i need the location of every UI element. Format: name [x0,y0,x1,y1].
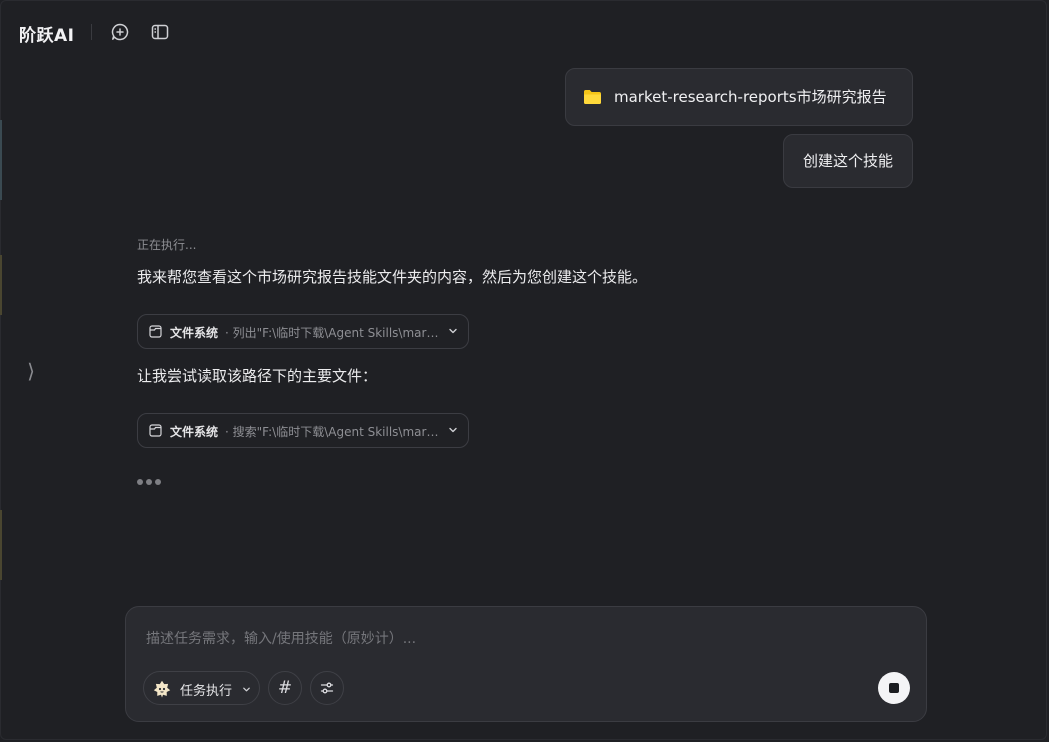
assistant-avatar-icon [153,680,171,698]
file-system-icon [149,424,162,437]
task-mode-label: 任务执行 [180,684,233,699]
task-input[interactable] [146,627,886,651]
tool-detail: · 搜索"F:\临时下载\Agent Skills\market-researc… [225,425,440,439]
typing-indicator [137,470,164,485]
tool-name: 文件系统 [170,326,219,340]
assistant-message-intro: 我来帮您查看这个市场研究报告技能文件夹的内容，然后为您创建这个技能。 [137,268,648,286]
sidebar-panel-icon[interactable] [150,22,170,42]
assistant-message-followup: 让我尝试读取该路径下的主要文件： [137,367,378,385]
header: 阶跃AI [0,0,1049,64]
file-attachment-name: market-research-reports市场研究报告 [614,88,887,106]
window-edge-accent [0,510,2,580]
folder-icon [584,90,601,104]
app-brand: 阶跃AI [19,26,75,46]
file-system-icon [149,325,162,338]
window-edge-accent [0,120,2,200]
chevron-down-icon [449,427,457,433]
execution-status: 正在执行... [137,238,197,252]
chevron-down-icon [243,687,250,692]
tool-call-card-search[interactable]: 文件系统 · 搜索"F:\临时下载\Agent Skills\market-re… [137,413,469,448]
hashtag-button[interactable]: # [268,671,302,705]
user-message-text: 创建这个技能 [783,134,913,188]
user-message-file[interactable]: market-research-reports市场研究报告 [565,68,913,126]
stop-icon [889,683,899,693]
tool-detail: · 列出"F:\临时下载\Agent Skills\market-researc… [225,326,440,340]
tool-name: 文件系统 [170,425,219,439]
new-chat-icon[interactable] [110,22,130,42]
stop-generation-button[interactable] [878,672,910,704]
settings-sliders-button[interactable] [310,671,344,705]
task-mode-button[interactable]: 任务执行 [143,671,260,705]
window-edge-accent [0,255,2,315]
expand-sidebar-chevron-icon[interactable]: ⟩ [20,356,42,386]
tool-call-card-list[interactable]: 文件系统 · 列出"F:\临时下载\Agent Skills\market-re… [137,314,469,349]
settings-sliders-icon [320,682,334,694]
chevron-down-icon [449,328,457,334]
composer: 任务执行 # [125,606,927,722]
header-divider [91,24,92,40]
